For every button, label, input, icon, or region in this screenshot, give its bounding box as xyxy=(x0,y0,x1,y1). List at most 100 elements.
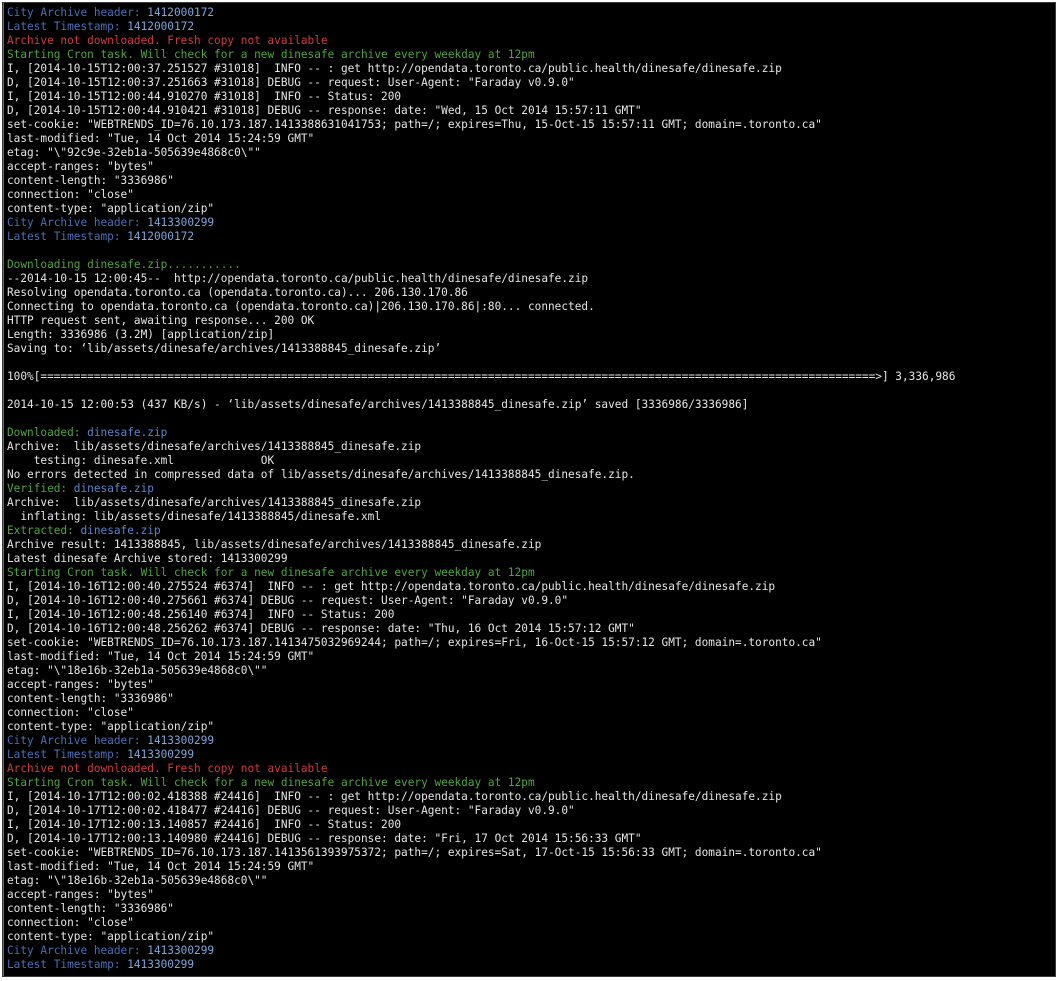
terminal-text-segment: accept-ranges: "bytes" xyxy=(7,160,154,173)
terminal-line: last-modified: "Tue, 14 Oct 2014 15:24:5… xyxy=(7,650,1055,664)
terminal-line: connection: "close" xyxy=(7,916,1055,930)
terminal-text-segment: 1412000172 xyxy=(127,230,195,243)
terminal-text-segment: connection: "close" xyxy=(7,188,134,201)
terminal-line: D, [2014-10-15T12:00:37.251663 #31018] D… xyxy=(7,76,1055,90)
terminal-line: last-modified: "Tue, 14 Oct 2014 15:24:5… xyxy=(7,860,1055,874)
terminal-line: D, [2014-10-16T12:00:48.256262 #6374] DE… xyxy=(7,622,1055,636)
terminal-line: I, [2014-10-15T12:00:44.910270 #31018] I… xyxy=(7,90,1055,104)
terminal-line: etag: "\"18e16b-32eb1a-505639e4868c0\"" xyxy=(7,664,1055,678)
terminal-text-segment: Latest Timestamp: xyxy=(7,230,128,243)
terminal-line: testing: dinesafe.xml OK xyxy=(7,454,1055,468)
terminal-line: Archive: lib/assets/dinesafe/archives/14… xyxy=(7,440,1055,454)
terminal-text-segment: content-length: "3336986" xyxy=(7,692,174,705)
terminal-text-segment: D, [2014-10-16T12:00:40.275661 #6374] DE… xyxy=(7,594,569,607)
terminal-line: accept-ranges: "bytes" xyxy=(7,678,1055,692)
terminal-text-segment: Length: 3336986 (3.2M) [application/zip] xyxy=(7,328,275,341)
terminal-text-segment: inflating: lib/assets/dinesafe/141338884… xyxy=(7,510,382,523)
terminal-text-segment: I, [2014-10-17T12:00:02.418388 #24416] I… xyxy=(7,790,782,803)
terminal-text-segment: Archive: lib/assets/dinesafe/archives/14… xyxy=(7,496,422,509)
terminal-line: Starting Cron task. Will check for a new… xyxy=(7,776,1055,790)
terminal-line: Saving to: ‘lib/assets/dinesafe/archives… xyxy=(7,342,1055,356)
terminal-text-segment: Starting Cron task. Will check for a new… xyxy=(7,48,535,61)
terminal-text-segment: Archive result: 1413388845, lib/assets/d… xyxy=(7,538,542,551)
terminal-text-segment: etag: "\"18e16b-32eb1a-505639e4868c0\"" xyxy=(7,874,268,887)
terminal-text-segment: connection: "close" xyxy=(7,916,134,929)
terminal-text-segment: City Archive header: xyxy=(7,734,148,747)
terminal-line: D, [2014-10-15T12:00:44.910421 #31018] D… xyxy=(7,104,1055,118)
terminal-text-segment: set-cookie: "WEBTRENDS_ID=76.10.173.187.… xyxy=(7,846,822,859)
terminal-text-segment: I, [2014-10-15T12:00:37.251527 #31018] I… xyxy=(7,62,782,75)
terminal-line: Latest Timestamp: 1412000172 xyxy=(7,230,1055,244)
terminal-output[interactable]: City Archive header: 1412000172 Latest Ti… xyxy=(3,3,1055,972)
terminal-text-segment: City Archive header: xyxy=(7,944,148,957)
terminal-text-segment: 2014-10-15 12:00:53 (437 KB/s) - ‘lib/as… xyxy=(7,398,749,411)
terminal-line: 100%[===================================… xyxy=(7,370,1055,384)
terminal-line: Archive not downloaded. Fresh copy not a… xyxy=(7,34,1055,48)
terminal-text-segment: Archive: lib/assets/dinesafe/archives/14… xyxy=(7,440,422,453)
terminal-text-segment: Verified: xyxy=(7,482,74,495)
terminal-text-segment: D, [2014-10-17T12:00:02.418477 #24416] D… xyxy=(7,804,575,817)
terminal-line: I, [2014-10-16T12:00:48.256140 #6374] IN… xyxy=(7,608,1055,622)
terminal-text-segment: Latest dinesafe Archive stored: 14133002… xyxy=(7,552,288,565)
terminal-line: Downloaded: dinesafe.zip xyxy=(7,426,1055,440)
terminal-text-segment: etag: "\"18e16b-32eb1a-505639e4868c0\"" xyxy=(7,664,268,677)
terminal-line: etag: "\"18e16b-32eb1a-505639e4868c0\"" xyxy=(7,874,1055,888)
terminal-text-segment: dinesafe.zip xyxy=(87,426,168,439)
terminal-text-segment: Saving to: ‘lib/assets/dinesafe/archives… xyxy=(7,342,442,355)
terminal-text-segment: 1412000172 xyxy=(127,20,195,33)
terminal-line: accept-ranges: "bytes" xyxy=(7,160,1055,174)
terminal-line: Extracted: dinesafe.zip xyxy=(7,524,1055,538)
terminal-text-segment: dinesafe.zip xyxy=(73,482,154,495)
terminal-text-segment: Starting Cron task. Will check for a new… xyxy=(7,566,535,579)
terminal-line: set-cookie: "WEBTRENDS_ID=76.10.173.187.… xyxy=(7,118,1055,132)
terminal-text-segment: etag: "\"92c9e-32eb1a-505639e4868c0\"" xyxy=(7,146,261,159)
terminal-line: Downloading dinesafe.zip........... xyxy=(7,258,1055,272)
terminal-line: --2014-10-15 12:00:45-- http://opendata.… xyxy=(7,272,1055,286)
terminal-text-segment: D, [2014-10-15T12:00:37.251663 #31018] D… xyxy=(7,76,575,89)
terminal-line: content-type: "application/zip" xyxy=(7,202,1055,216)
terminal-text-segment: 1412000172 xyxy=(147,6,215,19)
terminal-line: 2014-10-15 12:00:53 (437 KB/s) - ‘lib/as… xyxy=(7,398,1055,412)
terminal-text-segment: No errors detected in compressed data of… xyxy=(7,468,635,481)
terminal-line: Length: 3336986 (3.2M) [application/zip] xyxy=(7,328,1055,342)
terminal-line: set-cookie: "WEBTRENDS_ID=76.10.173.187.… xyxy=(7,636,1055,650)
terminal-text-segment: content-type: "application/zip" xyxy=(7,202,215,215)
terminal-text-segment: Connecting to opendata.toronto.ca (opend… xyxy=(7,300,595,313)
terminal-text-segment: I, [2014-10-16T12:00:48.256140 #6374] IN… xyxy=(7,608,395,621)
terminal-line: Starting Cron task. Will check for a new… xyxy=(7,566,1055,580)
terminal-text-segment: D, [2014-10-15T12:00:44.910421 #31018] D… xyxy=(7,104,642,117)
terminal-line: Archive not downloaded. Fresh copy not a… xyxy=(7,762,1055,776)
terminal-text-segment: 100%[===================================… xyxy=(7,370,956,383)
terminal-window[interactable]: City Archive header: 1412000172 Latest Ti… xyxy=(2,2,1056,977)
terminal-text-segment: D, [2014-10-17T12:00:13.140980 #24416] D… xyxy=(7,832,642,845)
terminal-text-segment: content-length: "3336986" xyxy=(7,174,174,187)
terminal-line: City Archive header: 1413300299 xyxy=(7,216,1055,230)
terminal-line: City Archive header: 1413300299 xyxy=(7,944,1055,958)
terminal-text-segment: content-type: "application/zip" xyxy=(7,720,215,733)
terminal-text-segment: Starting Cron task. Will check for a new… xyxy=(7,776,535,789)
terminal-line: I, [2014-10-16T12:00:40.275524 #6374] IN… xyxy=(7,580,1055,594)
terminal-text-segment: D, [2014-10-16T12:00:48.256262 #6374] DE… xyxy=(7,622,635,635)
terminal-text-segment: HTTP request sent, awaiting response... … xyxy=(7,314,315,327)
terminal-line: Verified: dinesafe.zip xyxy=(7,482,1055,496)
terminal-line: inflating: lib/assets/dinesafe/141338884… xyxy=(7,510,1055,524)
terminal-text-segment: last-modified: "Tue, 14 Oct 2014 15:24:5… xyxy=(7,650,315,663)
terminal-text-segment: 1413300299 xyxy=(127,958,195,971)
terminal-text-segment: Archive not downloaded. Fresh copy not a… xyxy=(7,34,328,47)
terminal-text-segment: 1413300299 xyxy=(127,748,195,761)
terminal-text-segment: City Archive header: xyxy=(7,216,148,229)
terminal-text-segment: content-length: "3336986" xyxy=(7,902,174,915)
terminal-text-segment: Downloaded: xyxy=(7,426,88,439)
terminal-text-segment: set-cookie: "WEBTRENDS_ID=76.10.173.187.… xyxy=(7,118,822,131)
terminal-text-segment: I, [2014-10-16T12:00:40.275524 #6374] IN… xyxy=(7,580,776,593)
terminal-line: Latest Timestamp: 1413300299 xyxy=(7,748,1055,762)
terminal-text-segment: set-cookie: "WEBTRENDS_ID=76.10.173.187.… xyxy=(7,636,822,649)
terminal-line: connection: "close" xyxy=(7,188,1055,202)
terminal-line: content-length: "3336986" xyxy=(7,174,1055,188)
terminal-line: Archive: lib/assets/dinesafe/archives/14… xyxy=(7,496,1055,510)
terminal-text-segment: accept-ranges: "bytes" xyxy=(7,888,154,901)
